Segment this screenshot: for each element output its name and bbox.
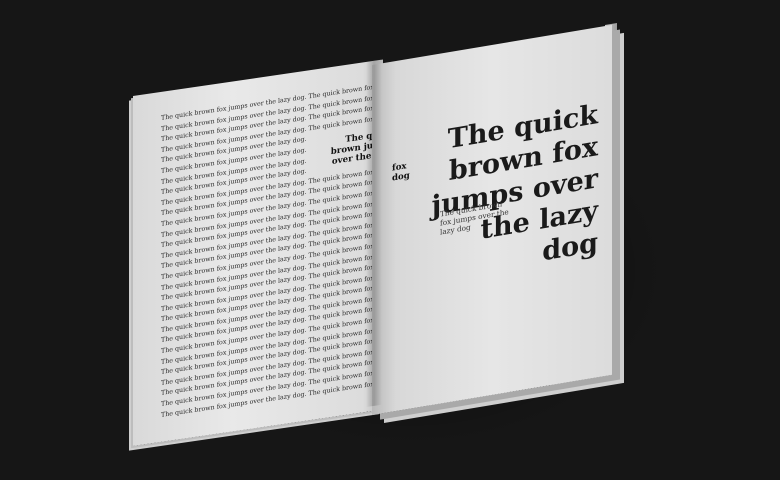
scene: The quick brown fox jumps over the lazy … xyxy=(0,0,780,480)
right-page-side-words: fox dog xyxy=(392,161,410,184)
left-page: The quick brown fox jumps over the lazy … xyxy=(133,59,383,447)
right-page: fox dog The quick brown fox jumps over t… xyxy=(372,24,612,416)
left-body-text: The quick brown fox jumps over the lazy … xyxy=(161,72,383,421)
right-page-title: The quick brown fox jumps over the lazy … xyxy=(431,99,598,268)
book-gutter xyxy=(366,59,382,408)
